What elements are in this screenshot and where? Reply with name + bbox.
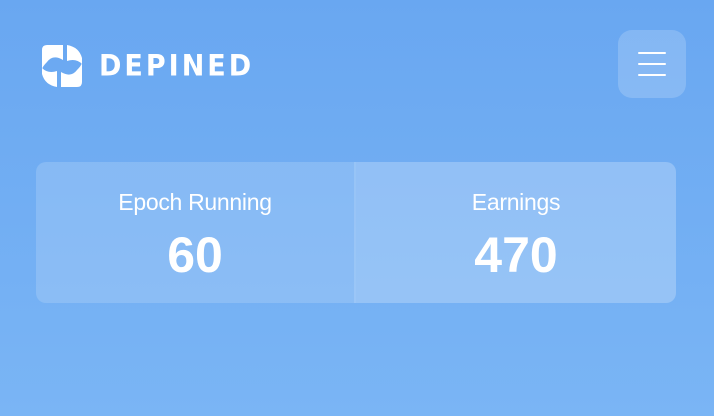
- epoch-running-label: Epoch Running: [118, 189, 272, 215]
- menu-line: [638, 52, 666, 54]
- menu-button[interactable]: [618, 30, 686, 98]
- earnings-value: 470: [474, 227, 558, 283]
- menu-line: [638, 63, 666, 65]
- epoch-running-stat: Epoch Running 60: [36, 162, 354, 303]
- menu-line: [638, 74, 666, 76]
- hamburger-menu-icon: [638, 52, 666, 76]
- header: DEPINED: [0, 0, 714, 130]
- depined-logo-icon: [42, 45, 82, 87]
- epoch-running-value: 60: [167, 227, 223, 283]
- earnings-stat: Earnings 470: [356, 162, 676, 303]
- earnings-label: Earnings: [471, 189, 561, 215]
- brand-name: DEPINED: [99, 49, 255, 83]
- brand-logo[interactable]: DEPINED: [39, 42, 254, 90]
- stats-card: Epoch Running 60 Earnings 470: [36, 162, 676, 303]
